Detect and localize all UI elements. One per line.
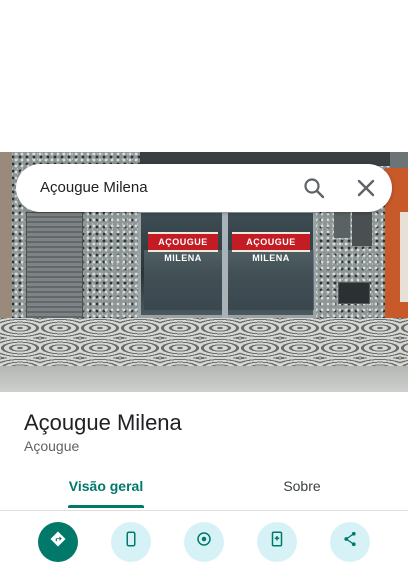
action-buttons <box>0 522 408 562</box>
door-frame <box>222 210 228 318</box>
share-button[interactable] <box>330 522 370 562</box>
tab-overview[interactable]: Visão geral <box>4 466 208 509</box>
share-icon <box>344 531 356 547</box>
blank-header-area <box>0 0 408 152</box>
search-bar[interactable]: Açougue Milena <box>16 164 392 212</box>
curb <box>0 366 408 392</box>
wall-box <box>334 212 350 238</box>
navigation-icon <box>197 532 211 546</box>
phone-icon <box>126 531 136 547</box>
right-wall-panel <box>400 212 408 302</box>
place-title: Açougue Milena <box>24 410 182 435</box>
start-navigation-button[interactable] <box>184 522 224 562</box>
tab-about[interactable]: Sobre <box>200 466 404 509</box>
place-sheet: Açougue Milena Açougue Visão geral Sobre <box>0 392 408 562</box>
call-button[interactable] <box>111 522 151 562</box>
search-input[interactable]: Açougue Milena <box>40 164 148 212</box>
electric-meter <box>338 282 370 304</box>
shop-sign-left: AÇOUGUE MILENA <box>148 232 218 263</box>
active-tab-indicator <box>68 505 144 508</box>
rolling-door <box>26 212 83 324</box>
close-icon[interactable] <box>354 176 378 200</box>
wall-box <box>352 212 372 246</box>
place-category: Açougue <box>24 438 80 454</box>
save-button[interactable] <box>257 522 297 562</box>
search-icon[interactable] <box>302 176 326 200</box>
save-icon <box>271 531 283 547</box>
directions-button[interactable] <box>38 522 78 562</box>
directions-icon <box>50 531 66 547</box>
shop-sign-right: AÇOUGUE MILENA <box>232 232 310 263</box>
tab-bar: Visão geral Sobre <box>0 466 408 511</box>
